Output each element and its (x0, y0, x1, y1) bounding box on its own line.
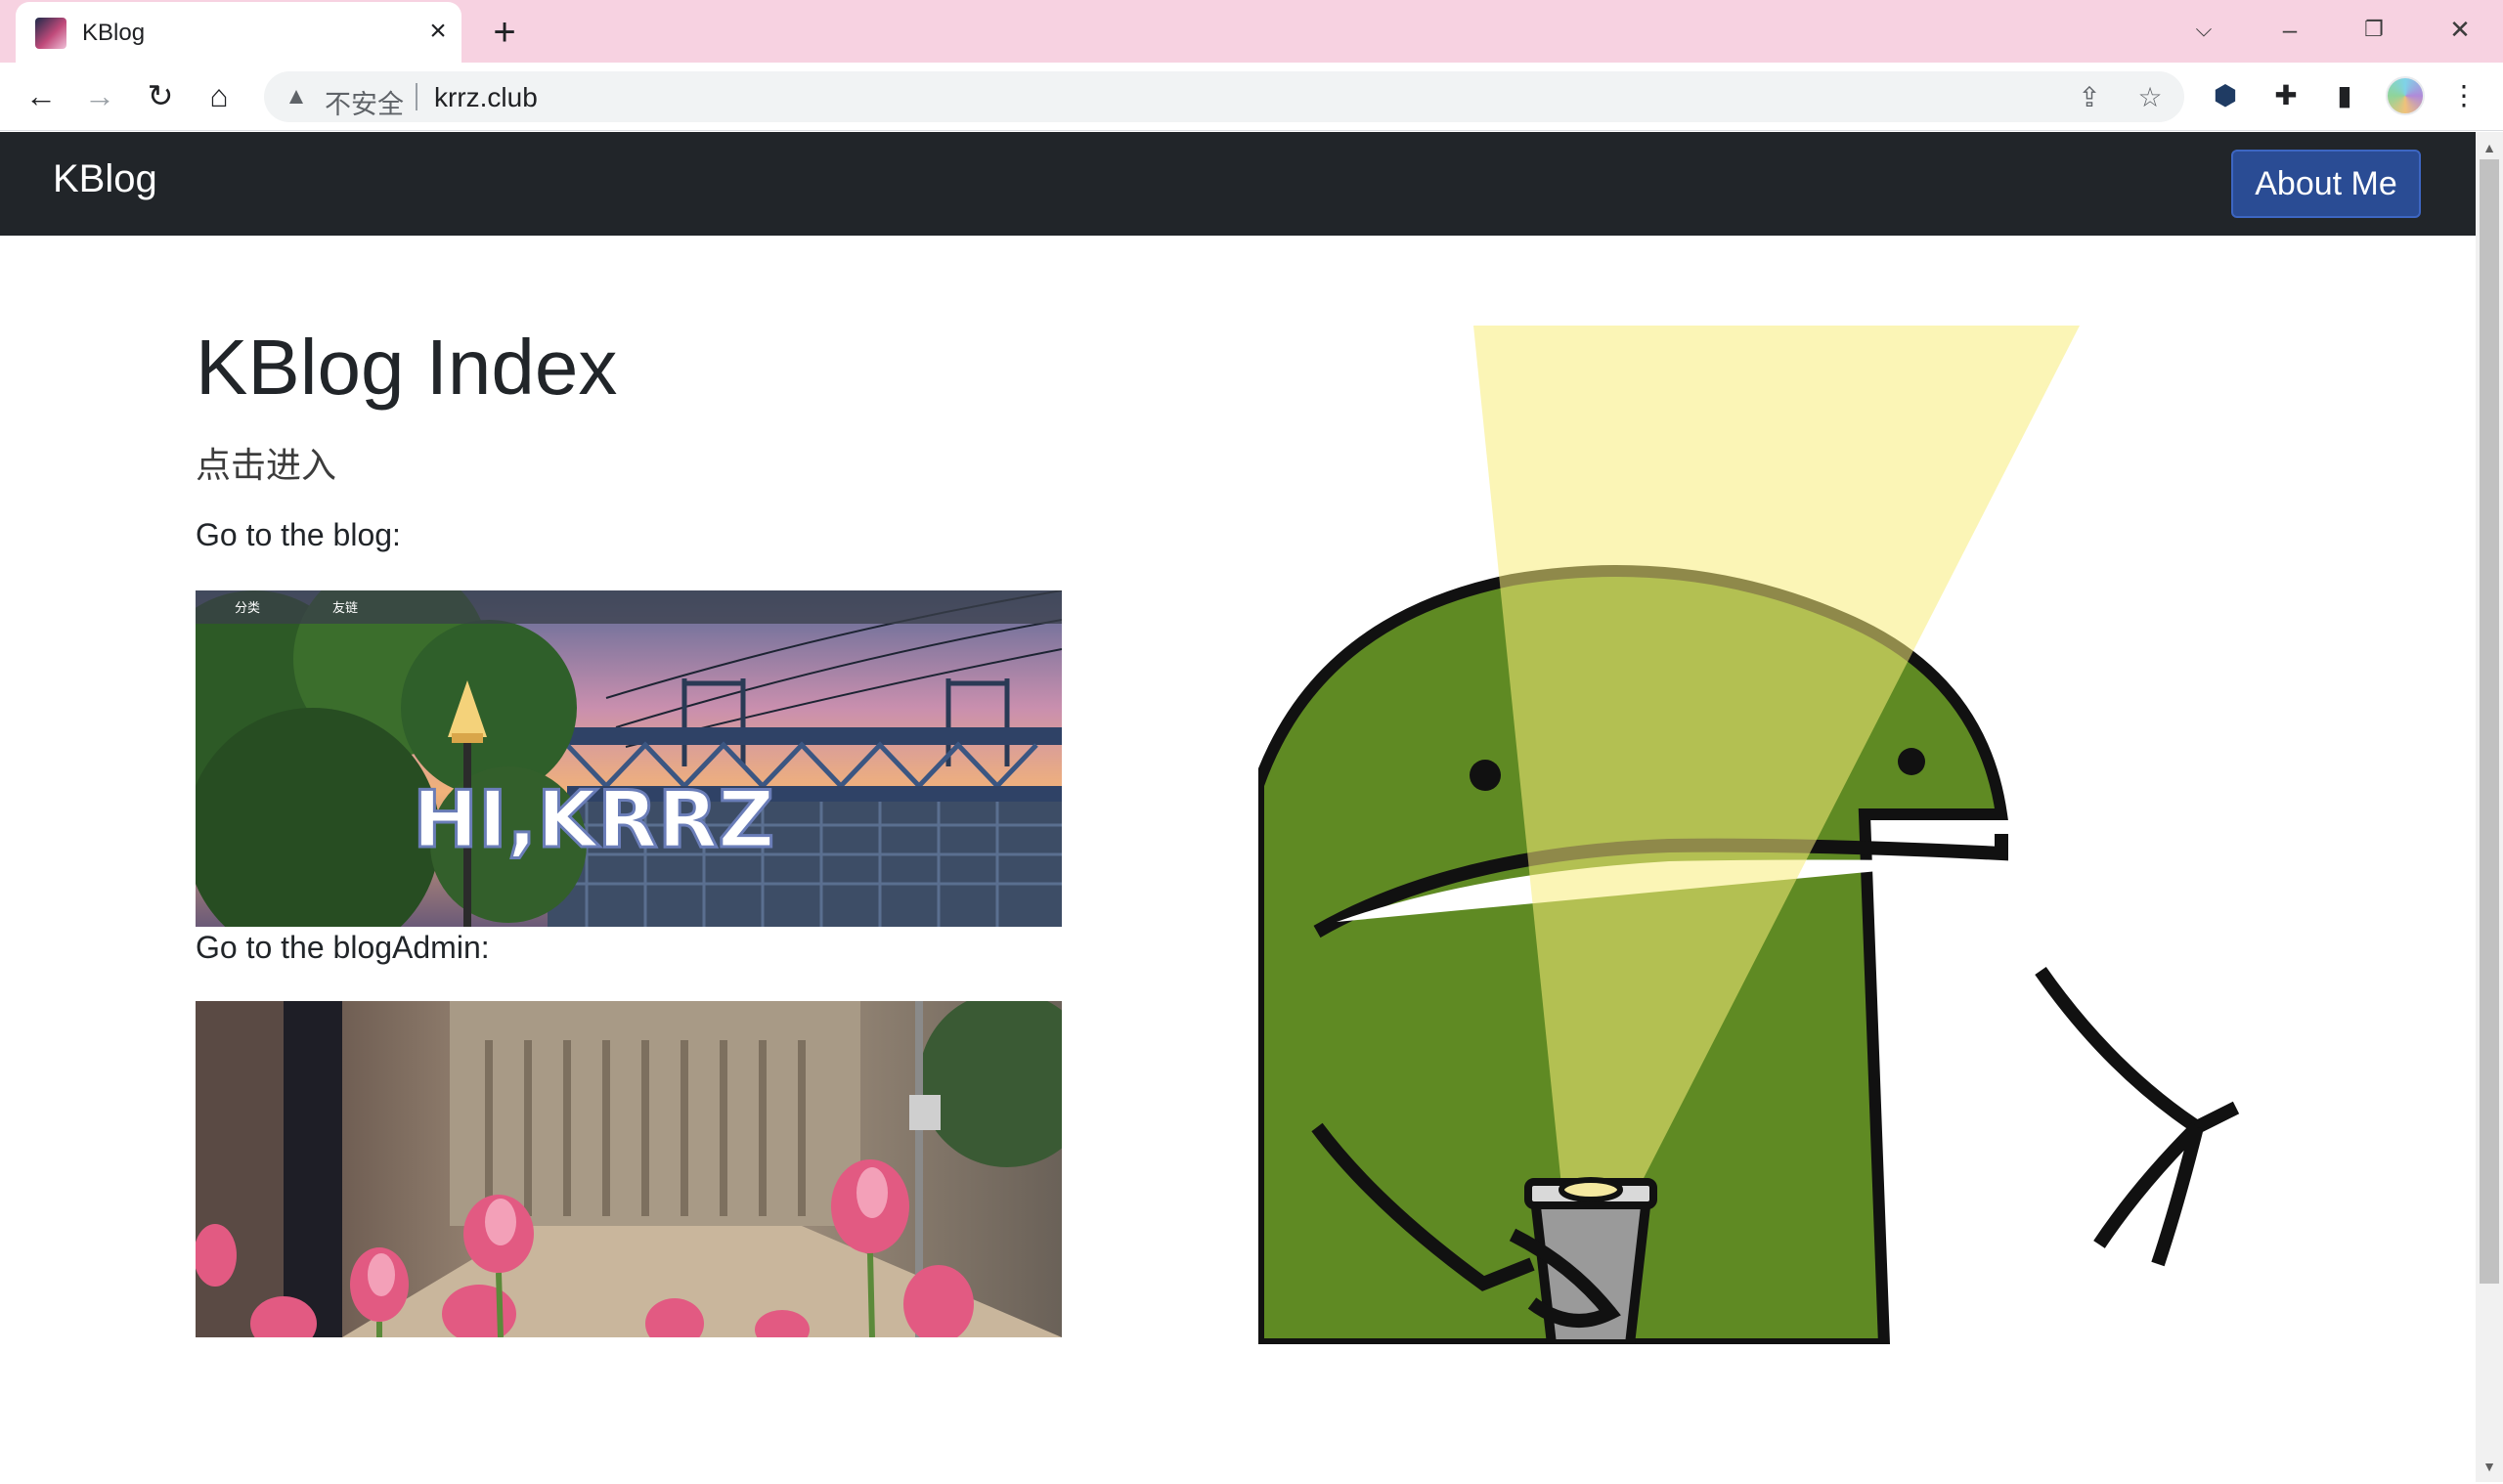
side-panel-icon[interactable]: ▮ (2325, 76, 2364, 115)
page-scrollbar[interactable]: ▲ ▼ (2476, 132, 2503, 1482)
hero-illustration (1258, 326, 2275, 1344)
profile-avatar[interactable] (2386, 76, 2425, 115)
scroll-up-arrow-icon[interactable]: ▲ (2476, 136, 2503, 159)
more-menu-icon[interactable]: ⋮ (2444, 76, 2483, 115)
browser-tab[interactable]: KBlog × (16, 2, 461, 63)
tab-title: KBlog (82, 20, 146, 46)
page-subtitle: 点击进入 (196, 445, 337, 485)
home-icon[interactable]: ⌂ (199, 76, 239, 115)
page-title: KBlog Index (196, 324, 618, 411)
flashlight-creature-image (1258, 326, 2275, 1344)
share-icon[interactable]: ⇪ (2073, 81, 2106, 114)
blog-link-label: Go to the blog: (196, 517, 401, 552)
extensions-puzzle-icon[interactable]: ✚ (2266, 76, 2305, 115)
window-close-icon[interactable]: ✕ (2431, 8, 2489, 51)
omnibox-divider (416, 83, 417, 110)
back-icon[interactable]: ← (22, 76, 61, 115)
url-text[interactable]: krrz.club (434, 82, 538, 113)
extension-shield-icon[interactable]: ⬢ (2206, 76, 2245, 115)
tab-close-icon[interactable]: × (418, 12, 458, 51)
scroll-down-arrow-icon[interactable]: ▼ (2476, 1455, 2503, 1478)
about-me-button[interactable]: About Me (2231, 150, 2421, 218)
admin-link-label: Go to the blogAdmin: (196, 930, 490, 965)
restore-icon[interactable]: ❐ (2345, 8, 2403, 51)
blog-menu-friends: 友链 (332, 600, 358, 615)
security-status[interactable]: 不安全 (325, 83, 404, 121)
warning-triangle-icon[interactable]: ▲ (282, 82, 311, 111)
blog-banner-image: 分类 友链 HI,KRRZ (196, 590, 1062, 927)
minimize-icon[interactable]: – (2261, 8, 2319, 51)
tab-search-chevron-down-icon[interactable]: ⌵ (2174, 8, 2233, 51)
admin-link-image[interactable] (196, 1001, 1062, 1337)
admin-banner-image (196, 1001, 1062, 1337)
tab-favicon (35, 18, 66, 49)
site-navbar: KBlog About Me (0, 132, 2476, 236)
address-bar[interactable]: ▲ 不安全 krrz.club ⇪ ☆ (264, 71, 2184, 122)
navbar-brand[interactable]: KBlog (53, 157, 157, 201)
blog-link-image[interactable]: 分类 友链 HI,KRRZ (196, 590, 1062, 927)
page-viewport: KBlog About Me KBlog Index 点击进入 Go to th… (0, 132, 2476, 1482)
blog-menu-category: 分类 (235, 600, 260, 615)
forward-icon[interactable]: → (80, 76, 119, 115)
reload-icon[interactable]: ↻ (141, 76, 180, 115)
blog-banner-text: HI,KRRZ (413, 774, 774, 865)
tab-strip: KBlog × + ⌵ – ❐ ✕ (0, 0, 2503, 63)
new-tab-plus-icon[interactable]: + (483, 12, 526, 55)
scrollbar-thumb[interactable] (2480, 159, 2499, 1284)
browser-toolbar: ← → ↻ ⌂ ▲ 不安全 krrz.club ⇪ ☆ ⬢ ✚ ▮ ⋮ (0, 63, 2503, 131)
bookmark-star-icon[interactable]: ☆ (2133, 81, 2167, 114)
